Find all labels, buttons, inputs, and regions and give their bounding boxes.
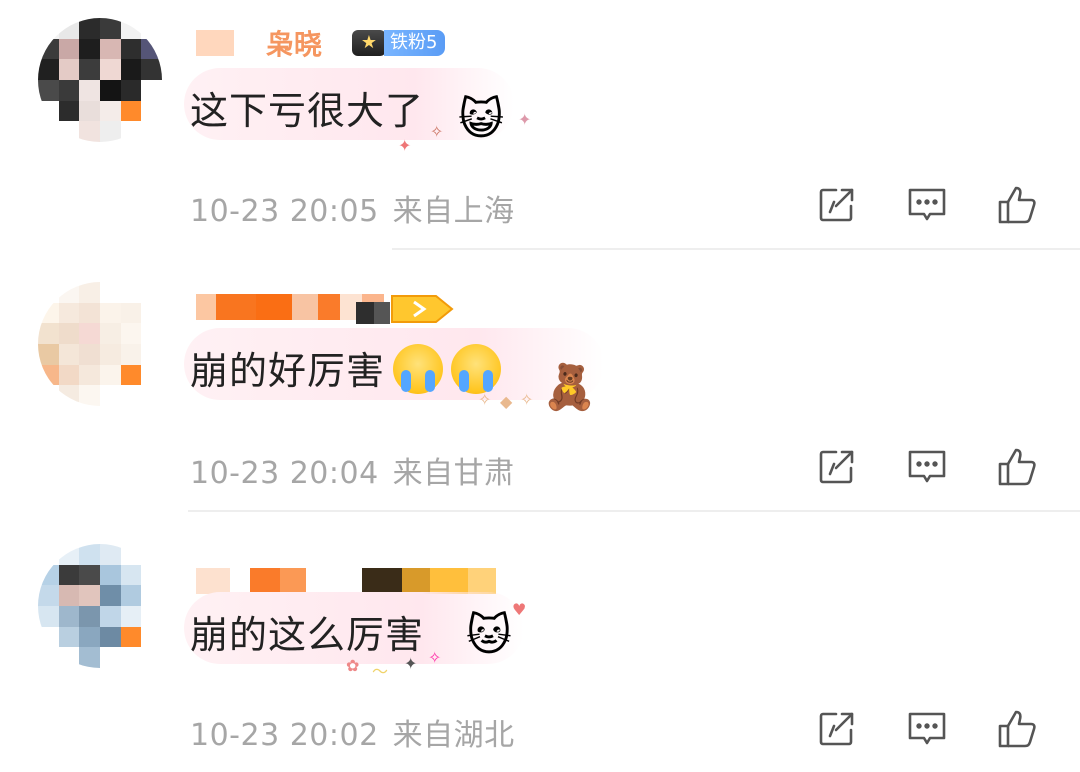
comment-item: 崩的这么厉害 🐱 ✿ 〜 ✦ ✧ ♥ 10-23 20:02 来自湖北 <box>0 522 1080 772</box>
sparkle-icon: ✦ <box>398 136 412 155</box>
username-text: 枭晓 <box>266 28 323 61</box>
comment-icon <box>908 188 946 221</box>
comment-time: 10-23 20:02 <box>190 718 379 753</box>
share-icon <box>819 450 854 484</box>
sparkle-icon: ✧ <box>430 122 444 141</box>
thumbs-up-icon <box>998 448 1036 486</box>
comment-list: 枭晓 ★ 铁粉5 这下亏很大了 😺 ✦ ✧ ✦ 10-23 20:05 来自上海 <box>0 0 1080 772</box>
share-button[interactable] <box>814 182 860 228</box>
crying-face-icon <box>393 344 444 394</box>
username[interactable] <box>196 568 496 594</box>
sparkle-icon: ✦ <box>404 654 418 673</box>
comment-text: 这下亏很大了 <box>190 89 425 133</box>
comment-actions <box>814 182 1040 228</box>
comment-item: 崩的好厉害 🧸 ✧ ◆ ✧ 10-23 20:04 来自甘肃 <box>0 260 1080 520</box>
flower-icon: ✿ <box>346 656 360 675</box>
reply-button[interactable] <box>904 706 950 752</box>
sparkle-icon: ◆ <box>500 392 513 411</box>
comment-actions <box>814 706 1040 752</box>
comment-actions <box>814 444 1040 490</box>
cat-sticker-icon: 🐱 <box>466 610 512 661</box>
sparkle-icon: ✧ <box>520 390 534 409</box>
comment-meta: 10-23 20:05 来自上海 <box>190 186 515 230</box>
crying-face-icon <box>451 344 502 394</box>
divider <box>188 510 1080 512</box>
divider <box>392 248 1080 250</box>
cat-sticker-icon: 😺 <box>458 94 504 145</box>
bear-sticker-icon: 🧸 <box>542 362 597 413</box>
comment-location: 来自甘肃 <box>392 456 515 491</box>
comment-text: 崩的好厉害 <box>190 340 502 395</box>
avatar[interactable] <box>38 544 162 668</box>
comment-meta: 10-23 20:04 来自甘肃 <box>190 448 515 492</box>
share-icon <box>819 188 854 222</box>
fan-badge-label: 铁粉5 <box>384 30 446 56</box>
like-button[interactable] <box>994 182 1040 228</box>
share-button[interactable] <box>814 444 860 490</box>
thumbs-up-icon <box>998 186 1036 224</box>
reply-button[interactable] <box>904 182 950 228</box>
comment-text: 崩的这么厉害 <box>190 613 425 657</box>
crown-icon: ★ <box>352 30 386 56</box>
sparkle-icon: ✧ <box>428 648 442 667</box>
comment-location: 来自湖北 <box>392 718 515 753</box>
sparkle-icon: 〜 <box>372 662 389 681</box>
reply-button[interactable] <box>904 444 950 490</box>
fan-badge[interactable]: ★ 铁粉5 <box>352 30 446 56</box>
thumbs-up-icon <box>998 710 1036 748</box>
comment-time: 10-23 20:05 <box>190 194 379 229</box>
share-button[interactable] <box>814 706 860 752</box>
sparkle-icon: ✦ <box>518 110 532 129</box>
share-icon <box>819 712 854 746</box>
rank-badge-icon <box>391 295 454 323</box>
comment-icon <box>908 712 946 745</box>
comment-item: 枭晓 ★ 铁粉5 这下亏很大了 😺 ✦ ✧ ✦ 10-23 20:05 来自上海 <box>0 0 1080 260</box>
like-button[interactable] <box>994 706 1040 752</box>
comment-icon <box>908 450 946 483</box>
avatar[interactable] <box>38 282 162 406</box>
like-button[interactable] <box>994 444 1040 490</box>
comment-time: 10-23 20:04 <box>190 456 379 491</box>
comment-location: 来自上海 <box>392 194 515 229</box>
avatar[interactable] <box>38 18 162 142</box>
sparkle-icon: ✧ <box>478 390 492 409</box>
rank-badge[interactable] <box>356 294 454 324</box>
comment-text-content: 崩的好厉害 <box>190 349 386 393</box>
heart-icon: ♥ <box>512 600 527 619</box>
username[interactable]: 枭晓 <box>196 28 322 61</box>
comment-meta: 10-23 20:02 来自湖北 <box>190 710 515 754</box>
